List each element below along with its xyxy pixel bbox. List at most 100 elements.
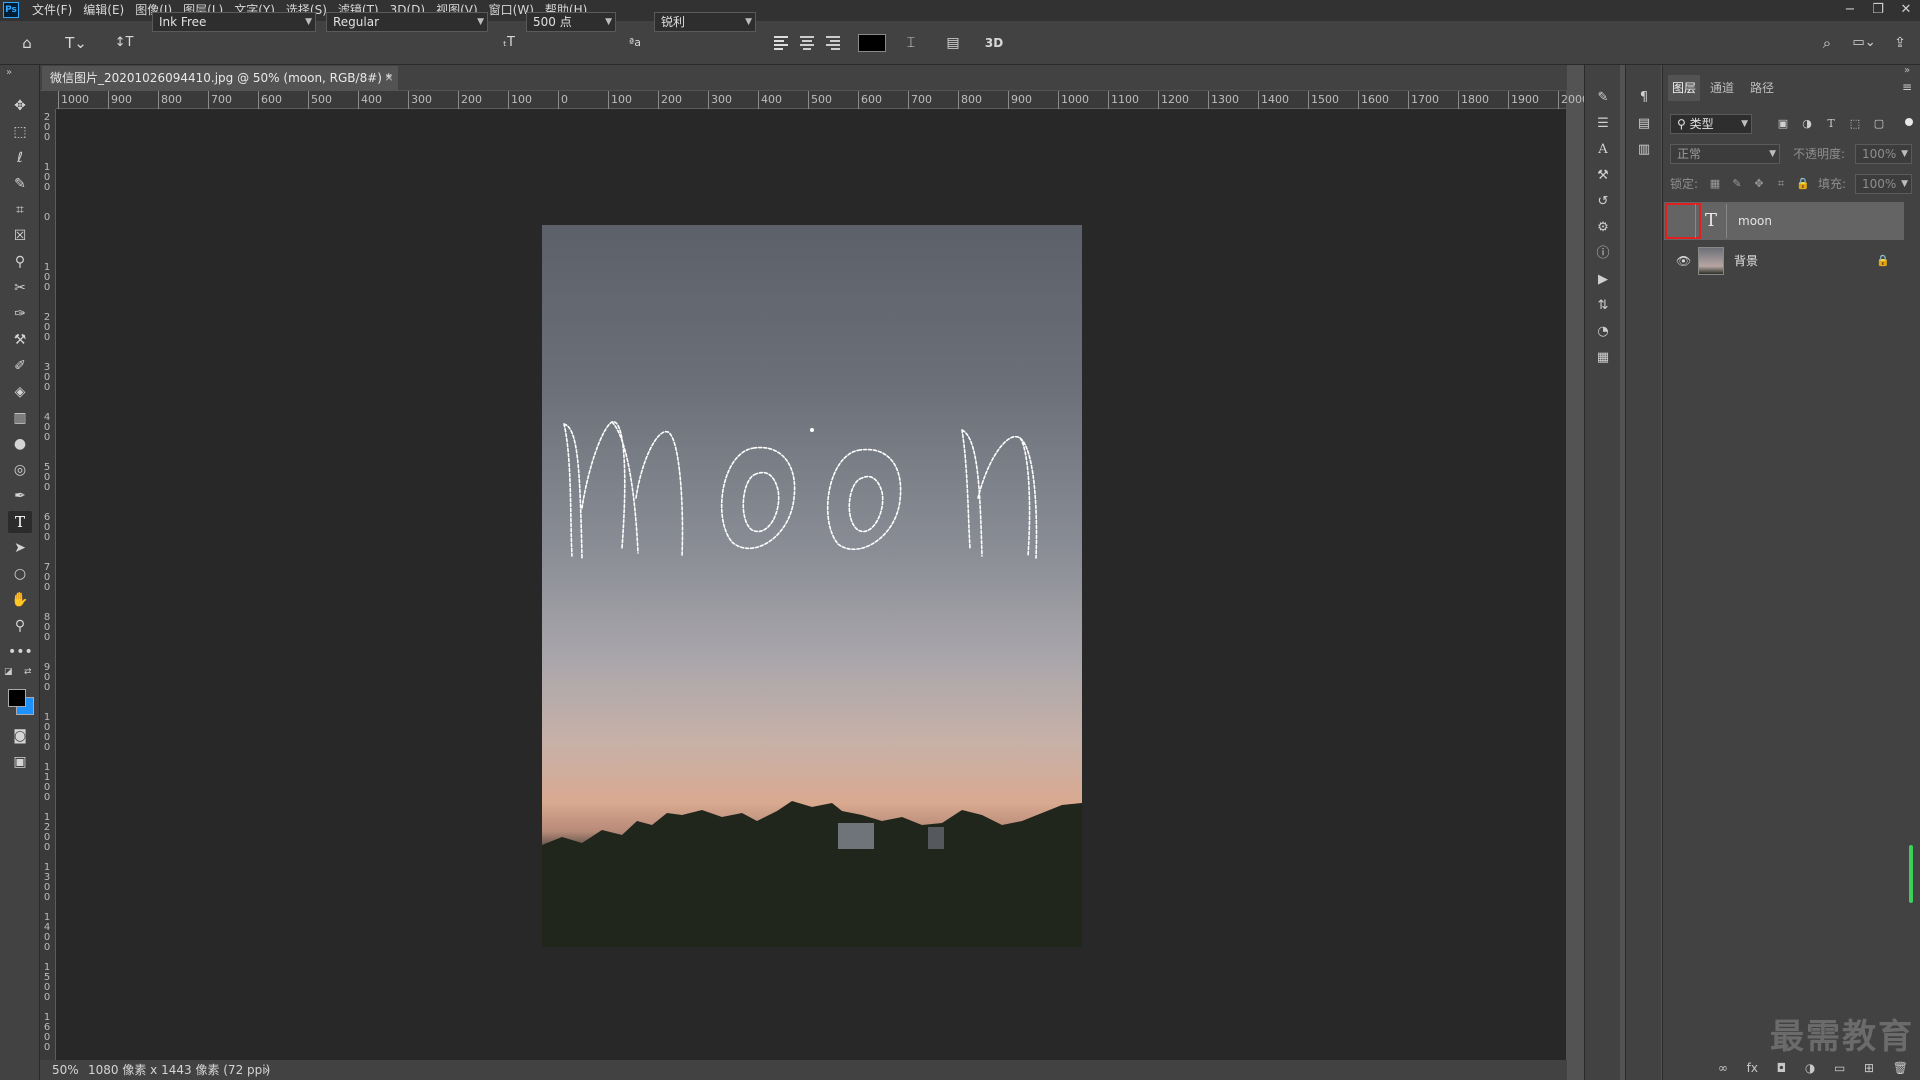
gradient-tool-icon[interactable]: ▥ (8, 407, 32, 429)
minimize-button[interactable]: − (1836, 0, 1864, 21)
character-icon[interactable]: A (1591, 139, 1615, 161)
lasso-tool-icon[interactable]: ℓ (8, 147, 32, 169)
expand-toolbar-icon[interactable]: » (6, 67, 12, 78)
brush-settings-icon[interactable]: ✎ (1591, 87, 1615, 109)
menu-file[interactable]: 文件(F) (32, 0, 72, 21)
3d-panel-icon[interactable]: ◔ (1591, 321, 1615, 343)
tab-layers[interactable]: 图层 (1668, 75, 1700, 101)
scrollbar-indicator[interactable] (1909, 845, 1913, 903)
more-tools-icon[interactable]: ••• (8, 641, 33, 663)
opacity-input[interactable]: 100% ▼ (1855, 144, 1912, 164)
layer-row-background[interactable]: 👁 背景 🔒 (1664, 242, 1904, 280)
lock-artboard-icon[interactable]: ⌗ (1774, 177, 1788, 191)
libraries-icon[interactable]: ▤ (1632, 113, 1656, 135)
text-orientation-icon[interactable]: ↕T (112, 21, 136, 65)
collapse-layers-panel-icon[interactable]: » (1904, 65, 1910, 76)
ellipse-tool-icon[interactable]: ○ (8, 563, 32, 585)
font-size-select[interactable]: 500 点 ▼ (526, 12, 616, 32)
eye-icon[interactable]: 👁 (1676, 254, 1691, 268)
brush-tool-icon[interactable]: ✑ (8, 303, 32, 325)
status-menu-arrow[interactable]: › (264, 1060, 269, 1080)
new-layer-icon[interactable]: ⊞ (1864, 1059, 1874, 1077)
delete-layer-icon[interactable]: 🗑 (1893, 1059, 1908, 1077)
quick-select-tool-icon[interactable]: ✎ (8, 173, 32, 195)
swatches-icon[interactable]: ⇅ (1591, 295, 1615, 317)
menu-edit[interactable]: 编辑(E) (83, 0, 124, 21)
actions-play-icon[interactable]: ▶ (1591, 269, 1615, 291)
lock-transparent-icon[interactable]: ▦ (1708, 177, 1722, 191)
fill-input[interactable]: 100% ▼ (1855, 174, 1912, 194)
type-tool-icon[interactable]: T (8, 511, 32, 533)
filter-toggle-icon[interactable] (1905, 118, 1913, 126)
ruler-origin[interactable] (40, 91, 56, 109)
zoom-level[interactable]: 50% (52, 1060, 79, 1080)
align-right-icon[interactable] (824, 33, 842, 51)
table-icon[interactable]: ▦ (1591, 347, 1615, 369)
font-style-select[interactable]: Regular ▼ (326, 12, 488, 32)
add-mask-icon[interactable]: ◘ (1777, 1059, 1787, 1077)
link-layers-icon[interactable]: ∞ (1718, 1059, 1728, 1077)
layer-style-icon[interactable]: fx (1747, 1059, 1758, 1077)
history-brush-tool-icon[interactable]: ✐ (8, 355, 32, 377)
swap-colors-icon[interactable]: ⇄ (24, 667, 32, 677)
layer-filter-select[interactable]: ⚲ 类型 ▼ (1670, 114, 1752, 134)
share-icon[interactable]: ⇪ (1888, 21, 1912, 65)
move-tool-icon[interactable]: ✥ (8, 95, 32, 117)
eraser-tool-icon[interactable]: ◈ (8, 381, 32, 403)
anti-alias-select[interactable]: 锐利 ▼ (654, 12, 756, 32)
lock-position-icon[interactable]: ✥ (1752, 177, 1766, 191)
default-colors-icon[interactable]: ◪ (4, 667, 13, 677)
document-tab[interactable]: 微信图片_20201026094410.jpg @ 50% (moon, RGB… (42, 66, 398, 90)
adjustment-layer-icon[interactable]: ◑ (1805, 1059, 1815, 1077)
eyedropper-tool-icon[interactable]: ⚲ (8, 251, 32, 273)
lock-all-icon[interactable]: 🔒 (1796, 177, 1810, 191)
close-document-icon[interactable]: × (382, 66, 396, 90)
font-family-select[interactable]: Ink Free ▼ (152, 12, 316, 32)
layer-row-moon[interactable]: T moon (1664, 202, 1904, 240)
crop-tool-icon[interactable]: ⌗ (8, 199, 32, 221)
quick-mask-icon[interactable]: ◙ (8, 725, 32, 747)
filter-pixel-icon[interactable]: ▣ (1776, 117, 1790, 131)
foreground-color-swatch[interactable] (8, 689, 26, 707)
align-center-icon[interactable] (798, 33, 816, 51)
workspace-icon[interactable]: ▭⌄ (1848, 21, 1880, 65)
home-icon[interactable]: ⌂ (14, 21, 40, 65)
layer-name[interactable]: moon (1738, 202, 1772, 240)
screen-mode-icon[interactable]: ▣ (8, 751, 32, 773)
warp-text-icon[interactable]: ⌶ (900, 21, 922, 65)
paragraph-icon[interactable]: ¶ (1632, 87, 1656, 109)
restore-button[interactable]: ❐ (1864, 0, 1892, 21)
clone-source-icon[interactable]: ⚒ (1591, 165, 1615, 187)
properties-icon[interactable]: ⚙ (1591, 217, 1615, 239)
tab-channels[interactable]: 通道 (1706, 75, 1738, 101)
hand-tool-icon[interactable]: ✋ (8, 589, 32, 611)
adjustments-icon[interactable]: ☰ (1591, 113, 1615, 135)
dodge-tool-icon[interactable]: ◎ (8, 459, 32, 481)
healing-tool-icon[interactable]: ✂ (8, 277, 32, 299)
path-select-tool-icon[interactable]: ➤ (8, 537, 32, 559)
lock-image-icon[interactable]: ✎ (1730, 177, 1744, 191)
document-image[interactable] (542, 225, 1082, 947)
history-icon[interactable]: ↺ (1591, 191, 1615, 213)
zoom-tool-icon[interactable]: ⚲ (8, 615, 32, 637)
new-group-icon[interactable]: ▭ (1834, 1059, 1845, 1077)
filter-shape-icon[interactable]: ⬚ (1848, 117, 1862, 131)
pen-tool-icon[interactable]: ✒ (8, 485, 32, 507)
clone-stamp-tool-icon[interactable]: ⚒ (8, 329, 32, 351)
blend-mode-select[interactable]: 正常 ▼ (1670, 144, 1780, 164)
notes-icon[interactable]: ▥ (1632, 139, 1656, 161)
search-icon[interactable]: ⌕ (1816, 21, 1838, 65)
character-panel-icon[interactable]: ▤ (942, 21, 964, 65)
text-selection-marquee[interactable]: moon (542, 408, 1082, 578)
info-icon[interactable]: ⓘ (1591, 243, 1615, 265)
frame-tool-icon[interactable]: ☒ (8, 225, 32, 247)
blur-tool-icon[interactable]: ● (8, 433, 32, 455)
filter-type-icon[interactable]: T (1824, 117, 1838, 131)
filter-adjustment-icon[interactable]: ◑ (1800, 117, 1814, 131)
horizontal-ruler[interactable]: 1000 900 800 700 600 500 400 300 200 100 0 100 200 30… (56, 91, 1589, 109)
tab-paths[interactable]: 路径 (1746, 75, 1778, 101)
text-tool-preset-icon[interactable]: T⌄ (60, 21, 92, 65)
filter-smart-object-icon[interactable]: ▢ (1872, 117, 1886, 131)
3d-button[interactable]: 3D (982, 21, 1006, 65)
layer-name[interactable]: 背景 (1734, 242, 1758, 280)
